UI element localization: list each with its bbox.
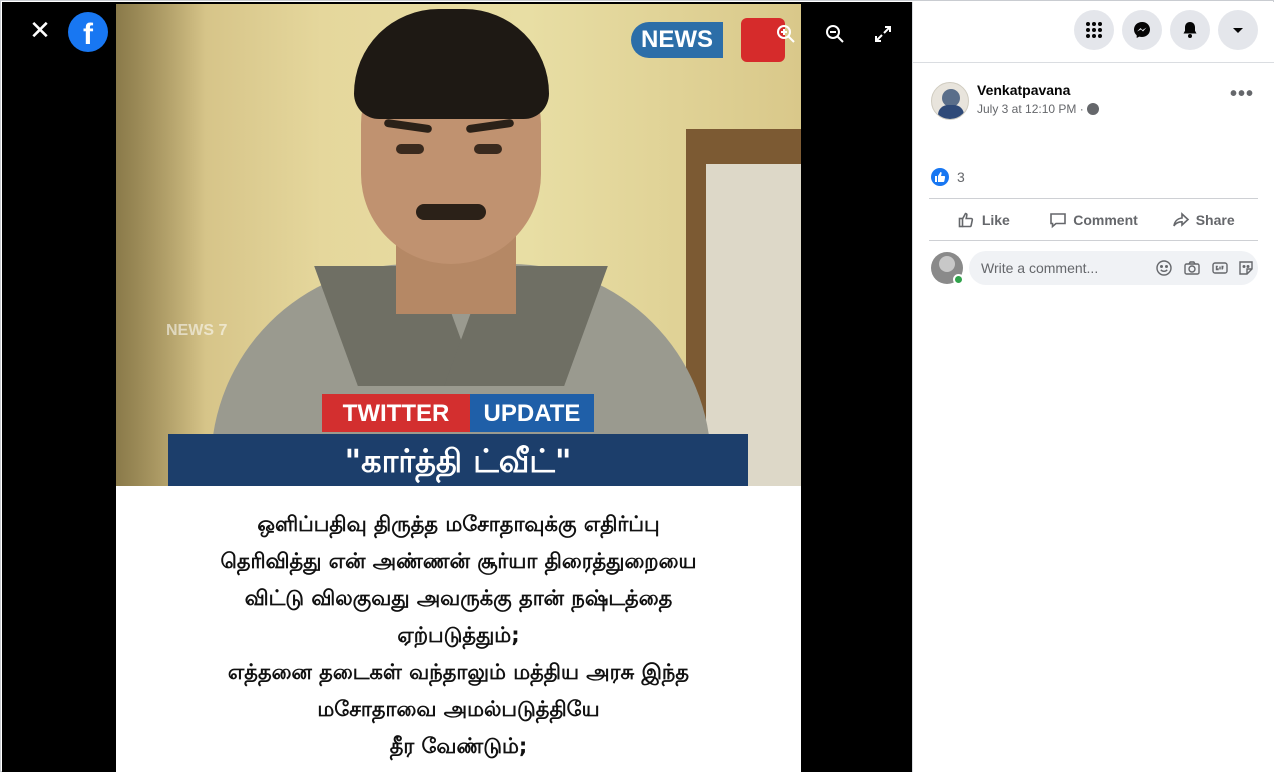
online-status-dot	[953, 274, 964, 285]
like-reaction-icon	[931, 168, 949, 186]
actions-divider-bottom	[929, 240, 1258, 241]
banner-title: "கார்த்தி ட்வீட்"	[168, 434, 748, 486]
close-icon[interactable]: ✕	[24, 16, 56, 48]
messenger-icon[interactable]	[1122, 10, 1162, 50]
gif-icon[interactable]	[1211, 259, 1229, 277]
comment-input[interactable]	[981, 251, 1151, 285]
header-divider	[913, 62, 1274, 63]
news-channel-logo: NEWS	[631, 22, 723, 58]
header-icons	[1074, 10, 1258, 50]
avatar-body	[938, 105, 964, 119]
person-mustache	[416, 204, 486, 220]
post-photo: NEWS NEWS 7 TWITTER UPDATE "கார்த்தி ட்வ…	[116, 4, 801, 772]
post-timestamp[interactable]: July 3 at 12:10 PM ·	[977, 102, 1084, 116]
share-button[interactable]: Share	[1148, 201, 1258, 239]
camera-icon[interactable]	[1183, 259, 1201, 277]
person-eye-left	[396, 144, 424, 154]
menu-grid-icon[interactable]	[1074, 10, 1114, 50]
author-name[interactable]: Venkatpavana	[977, 82, 1070, 98]
caption-line: தீர வேண்டும்;	[389, 734, 528, 758]
comment-composer	[969, 251, 1258, 285]
caption-line: விட்டு விலகுவது அவருக்கு தான் நஷ்டத்தை	[244, 586, 673, 610]
comment-label: Comment	[1073, 212, 1138, 228]
share-label: Share	[1195, 212, 1235, 228]
reaction-count: 3	[957, 169, 965, 185]
banner-twitter: TWITTER	[322, 394, 470, 432]
photo-caption-text: ஒளிப்பதிவு திருத்த மசோதாவுக்கு எதிர்ப்பு…	[116, 486, 801, 772]
caption-line: தெரிவித்து என் அண்ணன் சூர்யா திரைத்துறைய…	[220, 549, 697, 573]
fullscreen-icon[interactable]	[871, 22, 895, 46]
facebook-photo-window: ✕ f NEWS NEWS 7 TWITTER UPDATE "கார்த்தி…	[0, 0, 1274, 772]
caption-line: ஏற்படுத்தும்;	[397, 623, 520, 647]
banner-update: UPDATE	[470, 394, 594, 432]
account-menu-chevron-icon[interactable]	[1218, 10, 1258, 50]
reactions-summary[interactable]: 3	[931, 168, 965, 186]
caption-line: எத்தனை தடைகள் வந்தாலும் மத்திய அரசு இந்த	[227, 660, 690, 684]
like-button[interactable]: Like	[929, 201, 1039, 239]
photo-shadow	[116, 4, 206, 486]
notifications-bell-icon[interactable]	[1170, 10, 1210, 50]
zoom-out-icon[interactable]	[823, 22, 847, 46]
author-avatar[interactable]	[931, 82, 969, 120]
photo-viewer: ✕ f NEWS NEWS 7 TWITTER UPDATE "கார்த்தி…	[2, 2, 912, 772]
sticker-icon[interactable]	[1237, 259, 1255, 277]
post-actions: Like Comment Share	[929, 201, 1258, 239]
like-label: Like	[981, 212, 1010, 228]
actions-divider-top	[929, 198, 1258, 199]
emoji-icon[interactable]	[1155, 259, 1173, 277]
caption-line: மசோதாவை அமல்படுத்தியே	[317, 697, 600, 721]
post-side-panel: Venkatpavana July 3 at 12:10 PM · ••• 3 …	[912, 2, 1274, 772]
more-options-icon[interactable]: •••	[1228, 84, 1256, 110]
news-watermark: NEWS 7	[166, 322, 228, 339]
post-meta: July 3 at 12:10 PM ·	[977, 102, 1099, 116]
globe-icon	[1086, 103, 1099, 115]
comment-button[interactable]: Comment	[1039, 201, 1149, 239]
person-eye-right	[474, 144, 502, 154]
zoom-in-icon[interactable]	[774, 22, 798, 46]
facebook-logo-icon[interactable]: f	[68, 12, 108, 52]
caption-line: ஒளிப்பதிவு திருத்த மசோதாவுக்கு எதிர்ப்பு	[257, 512, 660, 536]
